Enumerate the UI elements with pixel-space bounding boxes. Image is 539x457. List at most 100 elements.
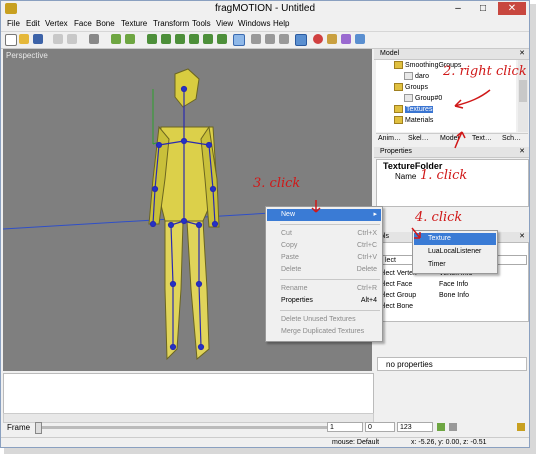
context-item-rename[interactable]: Rename Ctrl+R [267,283,381,295]
rotate-icon[interactable] [189,34,199,44]
redo-icon[interactable] [67,34,77,44]
tool-select-bone[interactable]: elect Bone [380,303,413,310]
view-front-icon[interactable] [251,34,261,44]
tab-animation[interactable]: Anim… [378,135,401,142]
context-item-paste[interactable]: Paste Ctrl+V [267,252,381,264]
annotation-step-2: 2. right click [443,64,527,79]
render-icon[interactable] [341,34,351,44]
annotation-step-1: 1. click [420,168,468,183]
menu-bone[interactable]: Bone [96,19,115,28]
menu-edit[interactable]: Edit [26,19,40,28]
properties-header: Properties ✕ [374,147,529,158]
annotation-step-4: 4. click [415,210,463,225]
model-left-leg [164,220,184,361]
context-menu: New ▸ Cut Ctrl+X Copy Ctrl+C Paste Ctrl+V D… [265,206,383,342]
tool-face-info[interactable]: Face Info [439,281,468,288]
group-icon [404,94,413,102]
submenu-arrow-icon: ▸ [373,211,377,218]
select-face-icon[interactable] [125,34,135,44]
tree-node-group0[interactable]: Group#0 [404,94,442,102]
model-panel-header: Model ✕ [374,49,529,60]
cut-icon[interactable] [89,34,99,44]
context-item-copy[interactable]: Copy Ctrl+C [267,240,381,252]
undo-icon[interactable] [53,34,63,44]
minimize-button[interactable]: – [446,2,470,15]
move-y-icon[interactable] [175,34,185,44]
key-icon[interactable] [517,423,525,431]
no-properties-box: no properties [377,357,527,371]
scale-icon[interactable] [203,34,213,44]
submenu-item-lualocallistener[interactable]: LuaLocalListener [414,246,496,258]
menu-face[interactable]: Face [74,19,92,28]
menu-file[interactable]: File [7,19,20,28]
menu-view[interactable]: View [216,19,233,28]
menu-help[interactable]: Help [273,19,289,28]
select-vertex-icon[interactable] [111,34,121,44]
title-bar[interactable]: fragMOTION - Untitled – □ ✕ [1,1,529,17]
close-button[interactable]: ✕ [498,2,526,15]
frame-slider-track[interactable] [37,426,327,429]
frame-current-field[interactable]: 1 [327,422,363,432]
properties-grid[interactable]: TextureFolder Name [376,159,529,207]
menu-vertex[interactable]: Vertex [45,19,68,28]
frame-bar: Frame 1 0 123 [1,422,529,434]
record-icon[interactable] [313,34,323,44]
tab-model[interactable]: Model [440,135,459,142]
new-file-icon[interactable] [5,34,17,46]
tab-skeleton[interactable]: Skel… [408,135,429,142]
maximize-button[interactable]: □ [471,2,495,15]
model-panel-close[interactable]: ✕ [519,49,525,59]
view-side-icon[interactable] [265,34,275,44]
tool-bone-info[interactable]: Bone Info [439,292,469,299]
properties-name-label: Name [395,172,417,181]
menu-transform[interactable]: Transform [153,19,189,28]
status-coords: x: -5.26, y: 0.00, z: -0.51 [411,439,487,446]
frame-end-field[interactable]: 123 [397,422,433,432]
play-icon[interactable] [437,423,445,431]
folder-icon [394,105,403,113]
context-separator [280,224,380,225]
frame-start-field[interactable]: 0 [365,422,395,432]
folder-icon [394,61,403,69]
submenu-item-texture[interactable]: Texture [414,233,496,245]
scale-x-icon[interactable] [217,34,227,44]
view-perspective-icon[interactable] [295,34,307,46]
tool-select-group[interactable]: elect Group [380,292,416,299]
tools-close[interactable]: ✕ [519,232,525,242]
save-icon[interactable] [33,34,43,44]
properties-close[interactable]: ✕ [519,147,525,157]
menu-bar: File Edit Vertex Face Bone Texture Trans… [1,17,529,31]
tool-select-face[interactable]: elect Face [380,281,412,288]
tab-schema[interactable]: Sch… [502,135,521,142]
output-panel [3,373,374,415]
lighting-icon[interactable] [355,34,365,44]
menu-tools[interactable]: Tools [192,19,211,28]
move-icon[interactable] [147,34,157,44]
model-panel-title: Model [380,50,400,57]
submenu-item-timer[interactable]: Timer [414,259,496,271]
scrollbar-thumb[interactable] [519,80,527,102]
loop-icon[interactable] [449,423,457,431]
context-item-delete[interactable]: Delete Delete [267,264,381,276]
menu-windows[interactable]: Windows [238,19,270,28]
tree-node-groups[interactable]: Groups [394,83,428,91]
texture-icon[interactable] [327,34,337,44]
context-item-delete-unused-textures[interactable]: Delete Unused Textures [267,314,381,326]
tree-node-daro[interactable]: daro [404,72,429,80]
move-x-icon[interactable] [161,34,171,44]
view-top-icon[interactable] [279,34,289,44]
transform-active-icon[interactable] [233,34,245,46]
menu-texture[interactable]: Texture [121,19,147,28]
context-item-properties[interactable]: Properties Alt+4 [267,295,381,307]
frame-label: Frame [7,423,31,432]
frame-slider-thumb[interactable] [35,422,42,434]
status-mode: mouse: Default [332,439,380,446]
tree-node-materials[interactable]: Materials [394,116,433,124]
open-folder-icon[interactable] [19,34,29,44]
context-item-merge-duplicated-textures[interactable]: Merge Duplicated Textures [267,326,381,338]
tree-node-textures[interactable]: Textures [394,105,434,113]
group-icon [404,72,413,80]
context-item-cut[interactable]: Cut Ctrl+X [267,228,381,240]
tab-texture[interactable]: Text… [472,135,492,142]
context-item-new[interactable]: New ▸ [267,209,381,221]
